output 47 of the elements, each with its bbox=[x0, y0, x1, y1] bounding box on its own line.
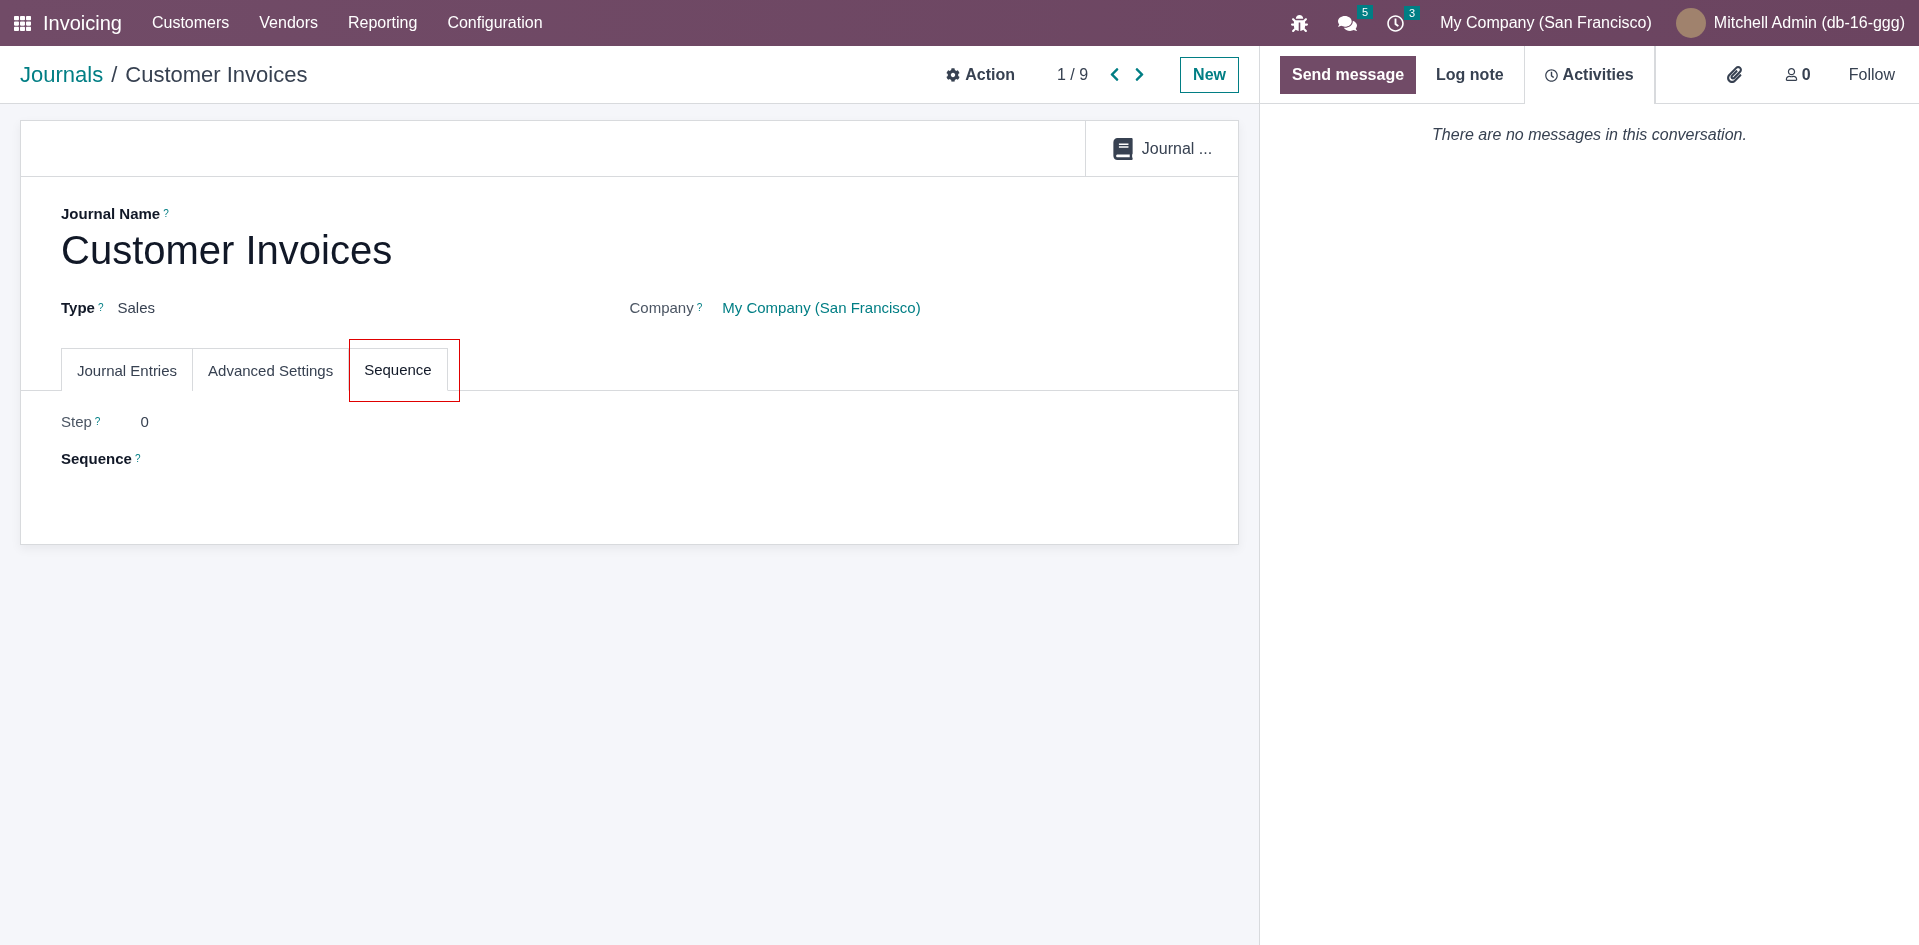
app-grid-icon[interactable] bbox=[14, 14, 31, 32]
menu-item[interactable]: Configuration bbox=[447, 14, 543, 32]
menu-item[interactable]: Reporting bbox=[348, 14, 418, 32]
action-button[interactable]: Action bbox=[940, 64, 1021, 85]
pager-value[interactable]: 1 / 9 bbox=[1056, 65, 1089, 84]
field-label: Type bbox=[61, 299, 95, 316]
help-mark: ? bbox=[134, 453, 141, 464]
field-value: Sales bbox=[117, 299, 155, 316]
company-switcher[interactable]: My Company (San Francisco) bbox=[1440, 14, 1652, 32]
settings-icon bbox=[946, 67, 961, 82]
clock-icon[interactable] bbox=[1387, 14, 1405, 32]
breadcrumb-current: Customer Invoices bbox=[125, 61, 308, 88]
app-name[interactable]: Invoicing bbox=[43, 11, 122, 35]
field-link[interactable]: My Company (San Francisco) bbox=[722, 299, 921, 316]
menu-item[interactable]: Customers bbox=[151, 14, 230, 32]
record-title: Customer Invoices bbox=[61, 228, 394, 273]
menu-item[interactable]: Vendors bbox=[259, 14, 318, 32]
help-mark: ? bbox=[696, 302, 703, 313]
field-label: Step bbox=[61, 413, 92, 430]
form-tab[interactable]: Journal Entries bbox=[61, 348, 194, 391]
book-icon bbox=[1111, 137, 1134, 160]
clock-icon bbox=[1544, 68, 1558, 82]
user-menu[interactable]: Mitchell Admin (db-16-ggg) bbox=[1713, 14, 1905, 32]
paperclip-icon bbox=[1725, 66, 1743, 83]
activities-button[interactable]: Activities bbox=[1523, 46, 1655, 104]
empty-messages-text: There are no messages in this conversation. bbox=[1431, 126, 1748, 144]
breadcrumb-link[interactable]: Journals bbox=[20, 61, 104, 88]
follow-button[interactable]: Follow bbox=[1842, 46, 1901, 103]
message-count-badge: 5 bbox=[1357, 4, 1374, 19]
journal-smart-button[interactable]: Journal ... bbox=[1085, 121, 1238, 176]
help-mark: ? bbox=[97, 302, 104, 313]
bug-icon[interactable] bbox=[1291, 14, 1309, 32]
help-mark: ? bbox=[163, 208, 169, 219]
form-tab[interactable]: Advanced Settings bbox=[192, 348, 350, 391]
help-mark: ? bbox=[94, 416, 101, 427]
breadcrumb-separator: / bbox=[111, 61, 118, 88]
field-label: Sequence bbox=[61, 450, 132, 467]
chat-icon[interactable] bbox=[1338, 13, 1358, 33]
field-label: Journal Name bbox=[61, 205, 161, 222]
activity-count-badge: 3 bbox=[1404, 5, 1421, 20]
form-tab[interactable]: Sequence bbox=[348, 348, 448, 391]
field-label: Company bbox=[629, 299, 694, 316]
send-message-button[interactable]: Send message bbox=[1280, 55, 1417, 94]
field-value: 0 bbox=[140, 413, 149, 430]
new-button[interactable]: New bbox=[1180, 56, 1239, 93]
user-icon bbox=[1784, 68, 1798, 81]
followers-button[interactable]: 0 bbox=[1778, 46, 1817, 103]
